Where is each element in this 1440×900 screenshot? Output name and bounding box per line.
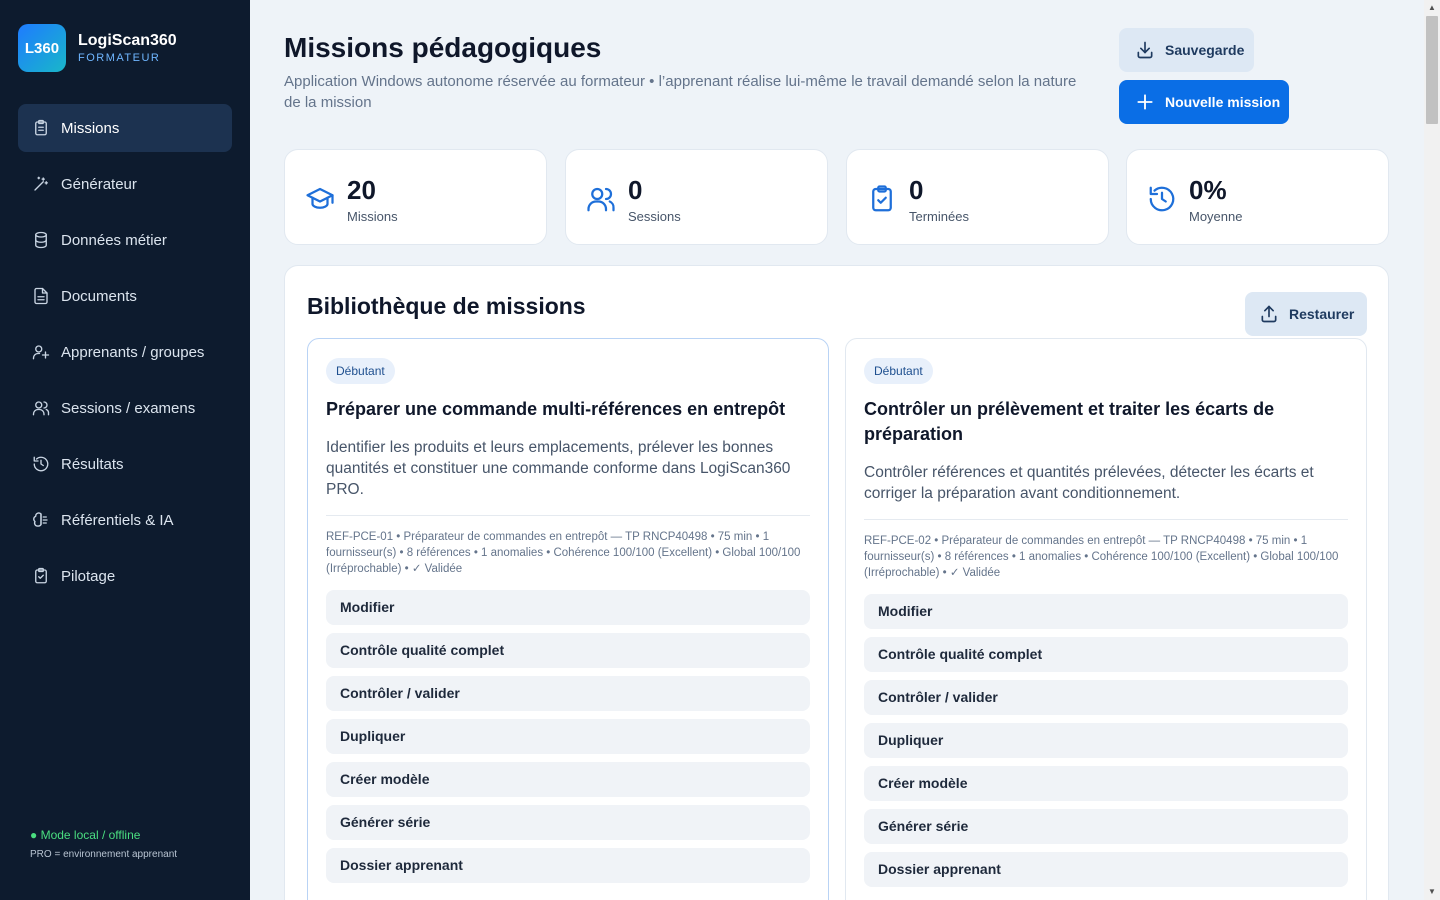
sidebar-item-label: Missions: [61, 119, 120, 137]
stat-card-sessions: 0 Sessions: [565, 149, 828, 245]
scroll-up-arrow-icon[interactable]: ▲: [1424, 0, 1440, 16]
stats-row: 20 Missions 0 Sessions 0 Terminées 0% Mo…: [284, 149, 1389, 245]
mission-library-panel: Bibliothèque de missions Restaurer Début…: [284, 265, 1389, 900]
stat-label: Terminées: [909, 209, 969, 224]
sidebar-item-label: Sessions / examens: [61, 399, 196, 417]
page-title: Missions pédagogiques: [284, 32, 602, 63]
scrollbar-thumb[interactable]: [1426, 16, 1438, 124]
mission-description: Identifier les produits et leurs emplace…: [326, 439, 791, 498]
sidebar-item-label: Résultats: [61, 455, 124, 473]
library-title: Bibliothèque de missions: [307, 293, 586, 319]
mission-actions: Modifier Contrôle qualité complet Contrô…: [864, 594, 1348, 895]
stat-value: 0: [628, 175, 643, 205]
check-validate-button[interactable]: Contrôler / valider: [326, 676, 810, 711]
brand[interactable]: L360 LogiScan360 FORMATEUR: [18, 24, 177, 72]
save-button-label: Sauvegarde: [1165, 42, 1245, 58]
stat-label: Sessions: [628, 209, 681, 224]
download-icon: [1137, 41, 1153, 59]
edit-button[interactable]: Modifier: [326, 590, 810, 625]
create-template-button[interactable]: Créer modèle: [864, 766, 1348, 801]
create-template-button[interactable]: Créer modèle: [326, 762, 810, 797]
app-role: FORMATEUR: [78, 51, 161, 64]
check-validate-button[interactable]: Contrôler / valider: [864, 680, 1348, 715]
stat-card-terminees: 0 Terminées: [846, 149, 1109, 245]
duplicate-button[interactable]: Dupliquer: [864, 723, 1348, 758]
sidebar-nav: Missions Générateur Données métier Docum…: [18, 104, 232, 608]
main-content: Missions pédagogiques Application Window…: [250, 0, 1424, 900]
stat-card-moyenne: 0% Moyenne: [1126, 149, 1389, 245]
sidebar-item-sessions[interactable]: Sessions / examens: [18, 384, 232, 432]
mission-title: Contrôler un prélèvement et traiter les …: [864, 399, 1275, 444]
document-icon: [34, 287, 48, 305]
restore-button-label: Restaurer: [1289, 306, 1355, 322]
sidebar-item-label: Référentiels & IA: [61, 511, 174, 529]
environment-note: PRO = environnement apprenant: [30, 849, 178, 860]
brain-icon: [33, 512, 48, 527]
new-mission-button[interactable]: Nouvelle mission: [1119, 80, 1289, 124]
card-divider: [326, 515, 810, 516]
new-mission-button-label: Nouvelle mission: [1165, 94, 1281, 110]
mission-card[interactable]: Débutant Préparer une commande multi-réf…: [307, 338, 829, 900]
app-name: LogiScan360: [78, 31, 177, 49]
mission-meta: REF-PCE-01 • Préparateur de commandes en…: [326, 531, 801, 575]
clipboard-check-icon: [872, 185, 892, 212]
stat-label: Moyenne: [1189, 209, 1243, 224]
learner-file-button[interactable]: Dossier apprenant: [864, 852, 1348, 887]
restore-button[interactable]: Restaurer: [1245, 292, 1367, 336]
sidebar-item-referentiels[interactable]: Référentiels & IA: [18, 496, 232, 544]
sidebar-item-missions[interactable]: Missions: [18, 104, 232, 152]
database-icon: [35, 231, 47, 249]
mission-description: Contrôler références et quantités prélev…: [864, 464, 1314, 502]
sidebar-item-label: Pilotage: [61, 567, 116, 585]
plus-icon: [1137, 94, 1153, 110]
generate-series-button[interactable]: Générer série: [326, 805, 810, 840]
level-badge: Débutant: [864, 358, 933, 384]
sidebar-item-label: Données métier: [61, 231, 167, 249]
sidebar-item-label: Documents: [61, 287, 137, 305]
mission-actions: Modifier Contrôle qualité complet Contrô…: [326, 590, 810, 891]
mission-card[interactable]: Débutant Contrôler un prélèvement et tra…: [845, 338, 1367, 900]
clipboard-icon: [35, 119, 47, 136]
graduation-cap-icon: [306, 187, 334, 209]
sidebar-item-label: Générateur: [61, 175, 137, 193]
users-icon: [32, 401, 50, 416]
users-icon: [587, 187, 615, 212]
card-divider: [864, 519, 1348, 520]
magic-wand-icon: [34, 176, 49, 191]
mission-meta: REF-PCE-02 • Préparateur de commandes en…: [864, 535, 1339, 579]
history-icon: [1149, 186, 1175, 212]
level-badge: Débutant: [326, 358, 395, 384]
full-quality-check-button[interactable]: Contrôle qualité complet: [864, 637, 1348, 672]
history-icon: [33, 456, 49, 472]
edit-button[interactable]: Modifier: [864, 594, 1348, 629]
stat-value: 0%: [1189, 175, 1227, 205]
scroll-down-arrow-icon[interactable]: ▼: [1424, 884, 1440, 900]
sidebar-item-donnees-metier[interactable]: Données métier: [18, 216, 232, 264]
sidebar-item-pilotage[interactable]: Pilotage: [18, 552, 232, 600]
generate-series-button[interactable]: Générer série: [864, 809, 1348, 844]
sidebar-item-label: Apprenants / groupes: [61, 343, 205, 361]
user-plus-icon: [32, 345, 50, 360]
full-quality-check-button[interactable]: Contrôle qualité complet: [326, 633, 810, 668]
clipboard-check-icon: [35, 567, 47, 584]
stat-value: 20: [347, 175, 376, 205]
sidebar-item-documents[interactable]: Documents: [18, 272, 232, 320]
upload-icon: [1261, 305, 1277, 323]
sidebar-item-apprenants[interactable]: Apprenants / groupes: [18, 328, 232, 376]
stat-card-missions: 20 Missions: [284, 149, 547, 245]
sidebar-footer: ● Mode local / offline PRO = environneme…: [30, 828, 177, 860]
duplicate-button[interactable]: Dupliquer: [326, 719, 810, 754]
sidebar-item-resultats[interactable]: Résultats: [18, 440, 232, 488]
mission-title: Préparer une commande multi-références e…: [326, 399, 786, 419]
save-button[interactable]: Sauvegarde: [1119, 28, 1254, 72]
sidebar-item-generateur[interactable]: Générateur: [18, 160, 232, 208]
learner-file-button[interactable]: Dossier apprenant: [326, 848, 810, 883]
app-logo: L360: [18, 24, 66, 72]
stat-value: 0: [909, 175, 924, 205]
offline-status: ● Mode local / offline: [30, 828, 141, 842]
sidebar: L360 LogiScan360 FORMATEUR Missions Géné…: [0, 0, 250, 900]
page-subtitle: Application Windows autonome réservée au…: [284, 73, 1077, 111]
scrollbar[interactable]: ▲ ▼: [1424, 0, 1440, 900]
stat-label: Missions: [347, 209, 398, 224]
